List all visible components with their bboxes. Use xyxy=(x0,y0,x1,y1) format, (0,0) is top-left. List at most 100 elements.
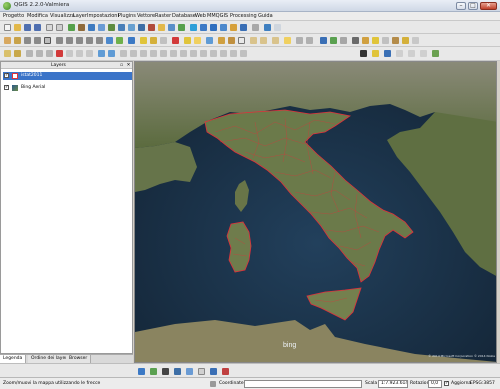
copy-features-icon[interactable] xyxy=(76,50,83,57)
paste-features-icon[interactable] xyxy=(86,50,93,57)
show-bookmarks-icon[interactable] xyxy=(228,37,235,44)
stop-icon[interactable] xyxy=(222,368,229,375)
select-by-expression-icon[interactable] xyxy=(150,37,157,44)
menu-mmqgis[interactable]: MMQGIS xyxy=(207,13,228,19)
zoom-full-icon[interactable] xyxy=(56,37,63,44)
geocoding-icon[interactable] xyxy=(186,368,193,375)
table-manager-icon[interactable] xyxy=(174,368,181,375)
offset-curve-icon[interactable] xyxy=(190,50,197,57)
fill-ring-icon[interactable] xyxy=(150,50,157,57)
add-wms-layer-icon[interactable] xyxy=(118,24,125,31)
identify-icon[interactable] xyxy=(200,24,207,31)
field-calculator-icon[interactable] xyxy=(184,37,191,44)
node-tool-icon[interactable] xyxy=(46,50,53,57)
gear-icon[interactable] xyxy=(252,24,259,31)
add-wfs-layer-icon[interactable] xyxy=(138,24,145,31)
open-project-icon[interactable] xyxy=(14,24,21,31)
globe-icon[interactable] xyxy=(210,24,217,31)
delete-selected-icon[interactable] xyxy=(56,50,63,57)
tile-layer-icon[interactable] xyxy=(402,37,409,44)
save-edits-icon[interactable] xyxy=(14,50,21,57)
openlayers-icon[interactable] xyxy=(392,37,399,44)
menu-web[interactable]: Web xyxy=(195,13,206,19)
identify-features-icon[interactable] xyxy=(128,37,135,44)
toolbar-overflow-icon[interactable] xyxy=(412,37,419,44)
coordinate-capture-icon[interactable] xyxy=(396,50,403,57)
maximize-button[interactable]: □ xyxy=(468,2,478,10)
menu-layer[interactable]: Layer xyxy=(73,13,87,19)
add-wcs-layer-icon[interactable] xyxy=(128,24,135,31)
rotation-field[interactable]: 0,0 xyxy=(428,380,442,388)
menu-modifica[interactable]: Modifica xyxy=(27,13,48,19)
add-delimited-text-icon[interactable] xyxy=(148,24,155,31)
deselect-icon[interactable] xyxy=(160,37,167,44)
menu-vettore[interactable]: Vettore xyxy=(137,13,155,19)
add-vector-layer-icon[interactable] xyxy=(68,24,75,31)
plugin-icon[interactable] xyxy=(230,24,237,31)
zoom-last-icon[interactable] xyxy=(86,37,93,44)
grass-icon[interactable] xyxy=(330,37,337,44)
tab-legenda[interactable]: Legenda xyxy=(0,355,27,363)
tab-ordine-layer[interactable]: Ordine dei layer xyxy=(28,355,72,363)
text-annotation-icon[interactable] xyxy=(238,37,245,44)
shape-tools-icon[interactable] xyxy=(198,368,205,375)
zoom-out-icon[interactable] xyxy=(34,37,41,44)
menu-raster[interactable]: Raster xyxy=(155,13,171,19)
add-postgis-layer-icon[interactable] xyxy=(88,24,95,31)
change-label-icon[interactable] xyxy=(284,37,291,44)
spatial-query-icon[interactable] xyxy=(340,37,347,44)
layer-visibility-checkbox[interactable]: ✓ xyxy=(4,73,9,78)
layer-row-istat2011[interactable]: ✓ istat2011 xyxy=(3,72,132,80)
pan-icon[interactable] xyxy=(4,37,11,44)
menu-guida[interactable]: Guida xyxy=(258,13,273,19)
delete-part-icon[interactable] xyxy=(170,50,177,57)
add-mssql-layer-icon[interactable] xyxy=(108,24,115,31)
float-panel-button[interactable]: ▫ xyxy=(119,63,124,68)
coordinate-toggle-icon[interactable] xyxy=(210,381,216,387)
python-icon[interactable] xyxy=(372,50,379,57)
remove-layer-icon[interactable] xyxy=(178,24,185,31)
add-feature-icon[interactable] xyxy=(26,50,33,57)
delete-ring-icon[interactable] xyxy=(160,50,167,57)
split-parts-icon[interactable] xyxy=(210,50,217,57)
menu-database[interactable]: Database xyxy=(172,13,196,19)
add-wkt-icon[interactable] xyxy=(138,368,145,375)
qgis-cloud-icon[interactable] xyxy=(150,368,157,375)
new-project-icon[interactable] xyxy=(4,24,11,31)
download-icon[interactable] xyxy=(210,368,217,375)
move-feature-icon[interactable] xyxy=(36,50,43,57)
menu-progetto[interactable]: Progetto xyxy=(3,13,24,19)
save-project-icon[interactable] xyxy=(24,24,31,31)
rotate-label-icon[interactable] xyxy=(272,37,279,44)
simplify-feature-icon[interactable] xyxy=(120,50,127,57)
split-features-icon[interactable] xyxy=(200,50,207,57)
menu-processing[interactable]: Processing xyxy=(230,13,257,19)
processing-toolbox-icon[interactable] xyxy=(264,24,271,31)
add-part-icon[interactable] xyxy=(140,50,147,57)
refresh-map-icon[interactable] xyxy=(116,37,123,44)
pin-label-icon[interactable] xyxy=(260,37,267,44)
add-raster-layer-icon[interactable] xyxy=(78,24,85,31)
cut-features-icon[interactable] xyxy=(66,50,73,57)
quick-osm-icon[interactable] xyxy=(162,368,169,375)
refresh-icon[interactable] xyxy=(220,24,227,31)
merge-features-icon[interactable] xyxy=(220,50,227,57)
toggle-editing-icon[interactable] xyxy=(4,50,11,57)
move-label-icon[interactable] xyxy=(306,37,313,44)
zoom-next-icon[interactable] xyxy=(96,37,103,44)
menu-plugins[interactable]: Plugins xyxy=(118,13,136,19)
map-tips-icon[interactable] xyxy=(206,37,213,44)
interpolation-icon[interactable] xyxy=(408,50,415,57)
pan-to-selection-icon[interactable] xyxy=(14,37,21,44)
select-features-icon[interactable] xyxy=(140,37,147,44)
coordinate-field[interactable] xyxy=(244,380,362,388)
open-attribute-table-icon[interactable] xyxy=(172,37,179,44)
layer-row-bing-aerial[interactable]: ✓ Bing Aerial xyxy=(3,84,132,92)
map-canvas[interactable]: bing © 2014 Microsoft Corporation © 2014… xyxy=(134,61,497,363)
redo-icon[interactable] xyxy=(108,50,115,57)
zoom-to-selection-icon[interactable] xyxy=(66,37,73,44)
close-button[interactable]: ✕ xyxy=(480,2,497,10)
new-shapefile-icon[interactable] xyxy=(158,24,165,31)
georeferencer-icon[interactable] xyxy=(320,37,327,44)
show-hide-labels-icon[interactable] xyxy=(296,37,303,44)
